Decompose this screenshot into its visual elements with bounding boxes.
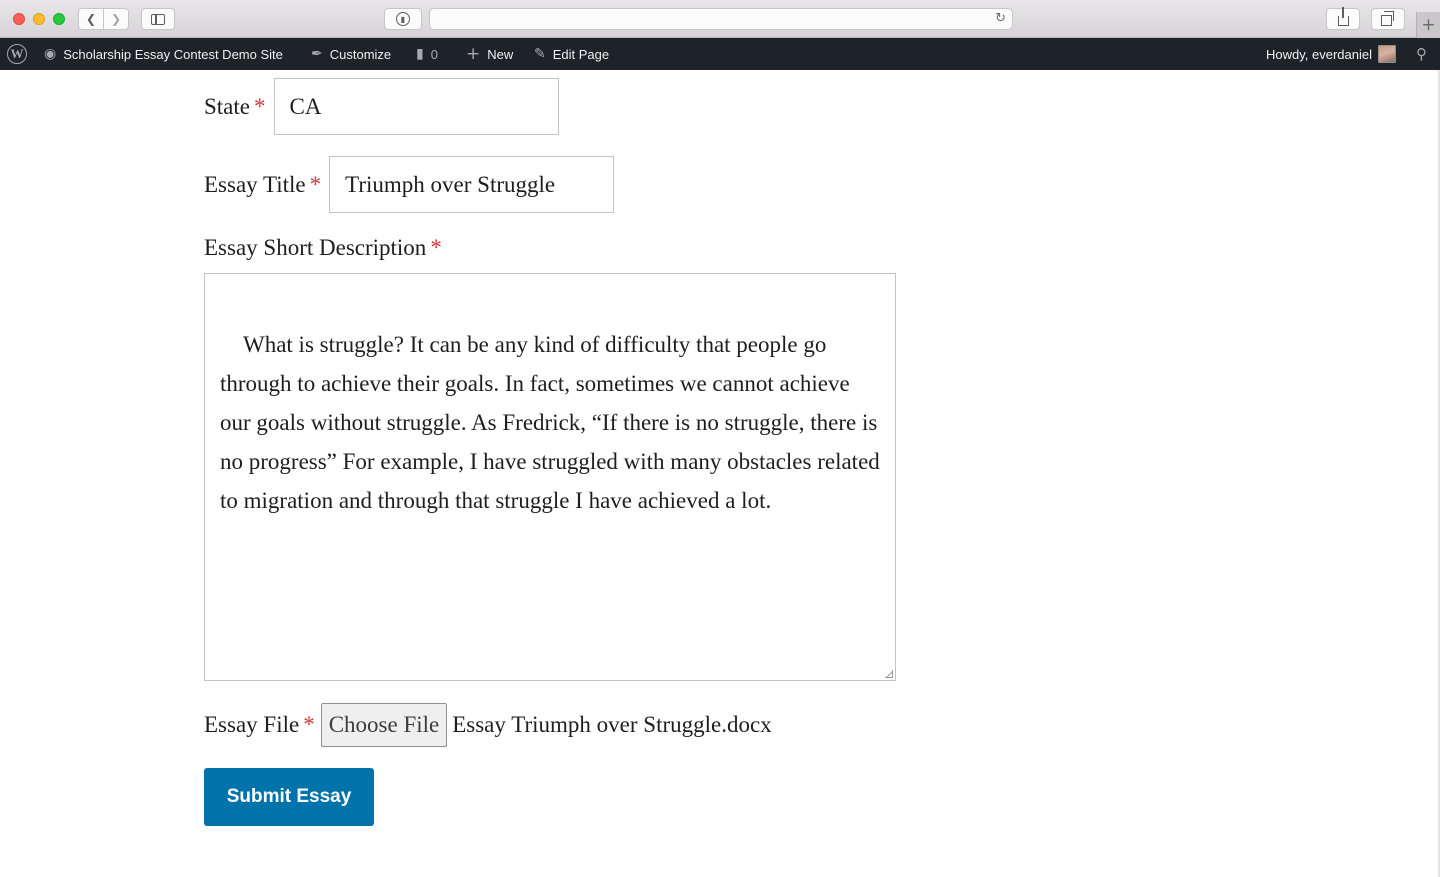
essay-title-label-text: Essay Title — [204, 171, 306, 197]
required-marker: * — [254, 93, 266, 119]
new-content-menu[interactable]: + New — [466, 38, 513, 70]
howdy-label: Howdy, everdaniel — [1266, 46, 1372, 62]
privacy-report-button[interactable]: ▮ — [384, 8, 422, 30]
required-marker: * — [309, 171, 322, 197]
admin-bar: W ◉ Scholarship Essay Contest Demo Site … — [0, 38, 1440, 70]
wp-logo-menu[interactable]: W — [7, 38, 27, 70]
selected-file-name: Essay Triumph over Struggle.docx — [452, 712, 772, 737]
edit-page-label: Edit Page — [552, 46, 610, 62]
comments-link[interactable]: ▮ 0 — [416, 38, 438, 70]
required-marker: * — [430, 235, 442, 260]
share-button[interactable] — [1326, 7, 1360, 30]
sidebar-button[interactable] — [141, 8, 175, 30]
page-content: State * CA Essay Title * Triumph over Stru… — [0, 70, 1440, 877]
avatar — [1377, 45, 1396, 63]
my-account-menu[interactable]: Howdy, everdaniel — [1266, 38, 1396, 70]
new-tab-button[interactable]: + — [1416, 12, 1440, 38]
pencil-icon: ✎ — [534, 46, 546, 62]
essay-description-textarea[interactable]: What is struggle? It can be any kind of … — [204, 273, 896, 681]
tab-overview-icon — [1381, 11, 1394, 26]
essay-description-label-row: Essay Short Description * — [204, 235, 442, 261]
comment-bubble-icon: ▮ — [416, 46, 424, 62]
chevron-right-icon: ❯ — [110, 12, 122, 26]
share-icon — [1337, 7, 1349, 26]
edit-page-link[interactable]: ✎ Edit Page — [534, 38, 609, 70]
essay-title-row: Essay Title * Triumph over Struggle — [204, 156, 615, 213]
close-window-button[interactable] — [13, 13, 25, 25]
reload-icon[interactable]: ↻ — [995, 11, 1006, 26]
minimize-window-button[interactable] — [33, 13, 45, 25]
dashboard-gauge-icon: ◉ — [44, 46, 57, 62]
site-name-menu[interactable]: ◉ Scholarship Essay Contest Demo Site — [44, 38, 283, 70]
resize-handle[interactable] — [885, 670, 893, 678]
essay-file-label-text: Essay File — [204, 712, 300, 737]
new-label: New — [487, 46, 514, 62]
site-name: Scholarship Essay Contest Demo Site — [63, 46, 283, 62]
chevron-left-icon: ❮ — [85, 12, 97, 26]
comments-count: 0 — [430, 46, 438, 62]
customize-label: Customize — [329, 46, 392, 62]
wordpress-logo-icon: W — [7, 44, 27, 64]
essay-description-label-text: Essay Short Description — [204, 235, 427, 260]
address-bar[interactable]: ↻ — [429, 8, 1013, 30]
state-label-text: State — [204, 93, 250, 119]
privacy-report-icon: ▮ — [396, 12, 410, 26]
state-row: State * CA — [204, 78, 559, 135]
forward-button[interactable]: ❯ — [103, 8, 129, 30]
back-button[interactable]: ❮ — [78, 8, 104, 30]
plus-icon: + — [466, 44, 481, 64]
search-icon: ⚲ — [1416, 45, 1427, 63]
state-label: State * — [204, 94, 266, 120]
customize-link[interactable]: ✒ Customize — [311, 38, 391, 70]
essay-title-label: Essay Title * — [204, 172, 321, 198]
required-marker: * — [303, 712, 315, 737]
paintbrush-icon: ✒ — [311, 46, 323, 62]
essay-title-input[interactable]: Triumph over Struggle — [329, 156, 615, 213]
submit-essay-button[interactable]: Submit Essay — [204, 768, 374, 826]
choose-file-button[interactable]: Choose File — [320, 703, 448, 747]
essay-description-text: What is struggle? It can be any kind of … — [220, 332, 886, 513]
tab-overview-button[interactable] — [1371, 8, 1405, 30]
admin-search-button[interactable]: ⚲ — [1416, 38, 1434, 70]
zoom-window-button[interactable] — [53, 13, 65, 25]
essay-file-label: Essay File * — [204, 712, 315, 738]
essay-description-label: Essay Short Description * — [204, 235, 442, 261]
state-input[interactable]: CA — [273, 78, 559, 135]
essay-file-row: Essay File * Choose File Essay Triumph ov… — [204, 703, 772, 747]
browser-toolbar: ❮ ❯ ▮ ↻ + — [0, 0, 1440, 38]
sidebar-icon — [151, 13, 165, 25]
